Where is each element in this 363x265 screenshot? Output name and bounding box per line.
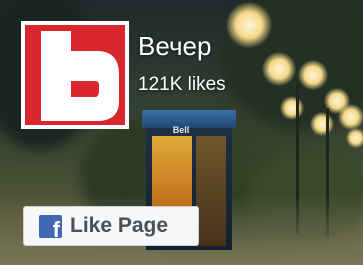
street-lamp [310,112,334,136]
street-lamp [226,2,272,48]
facebook-f-icon: f [39,214,62,238]
like-page-button[interactable]: f Like Page [23,206,199,246]
page-title[interactable]: Вечер [138,30,211,62]
profile-picture[interactable] [21,21,129,129]
booth-window [196,136,226,246]
brand-logo [25,25,125,125]
likes-count: 121K likes [138,74,226,95]
street-lamp [262,52,296,86]
booth-sign: Bell [172,125,190,135]
street-lamp [298,60,328,90]
street-lamp [346,128,363,148]
street-lamp [280,96,304,120]
like-page-label: Like Page [70,214,169,237]
street-lamp [338,104,363,130]
facebook-page-plugin: Bell Вечер 121K likes f Like Page [0,0,363,265]
